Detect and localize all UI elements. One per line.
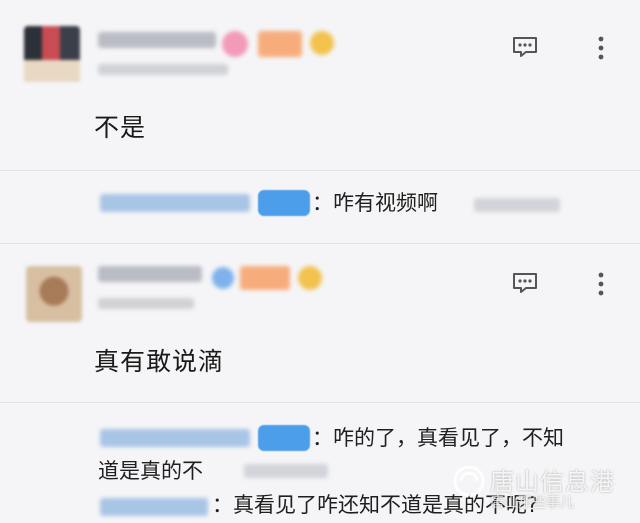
comment-reply-icon[interactable] [512, 272, 538, 294]
level-badge [212, 267, 234, 289]
divider [0, 243, 640, 244]
comment-reply-icon [513, 273, 537, 293]
author-tag [258, 190, 310, 216]
reply-username-blurred[interactable] [100, 498, 208, 516]
comment-text: 真有敢说滴 [94, 347, 225, 376]
comment-thread: 不是 ：咋有视频啊 真有敢说滴 ：咋的了，真看见了，不知 道是真的不 ：真看见了… [0, 0, 640, 523]
more-vertical-icon [598, 272, 604, 296]
username-blurred[interactable] [98, 266, 202, 282]
reply-text-line1: ：咋的了，真看见了，不知 [312, 426, 564, 450]
watermark-logo-icon [453, 465, 485, 497]
comment-meta-blurred [98, 64, 228, 75]
avatar[interactable] [24, 26, 80, 82]
medal-badge [310, 31, 334, 55]
medal-badge [298, 266, 322, 290]
divider [0, 402, 640, 403]
reply-time-blurred [244, 464, 328, 478]
comment-text: 不是 [94, 113, 147, 142]
username-blurred[interactable] [98, 32, 216, 48]
reply-text: ：咋有视频啊 [312, 191, 438, 215]
vip-badge [240, 266, 290, 290]
comment-reply-icon[interactable] [512, 36, 538, 58]
more-vertical-icon [598, 36, 604, 60]
comment-reply-icon [513, 37, 537, 57]
author-tag [258, 425, 310, 451]
divider [0, 170, 640, 171]
watermark: 唐山信息港 唐山那些事儿 [450, 452, 640, 518]
reply-text-line2: 道是真的不 [98, 459, 203, 483]
more-vertical-icon[interactable] [594, 269, 608, 299]
level-badge [222, 31, 248, 57]
watermark-subtitle: 唐山那些事儿 [490, 495, 574, 511]
reply-username-blurred[interactable] [100, 429, 250, 447]
reply-username-blurred[interactable] [100, 194, 250, 212]
reply-time-blurred [474, 198, 560, 212]
more-vertical-icon[interactable] [594, 33, 608, 63]
comment-meta-blurred [98, 298, 194, 309]
vip-badge [258, 31, 302, 57]
avatar[interactable] [26, 266, 82, 322]
